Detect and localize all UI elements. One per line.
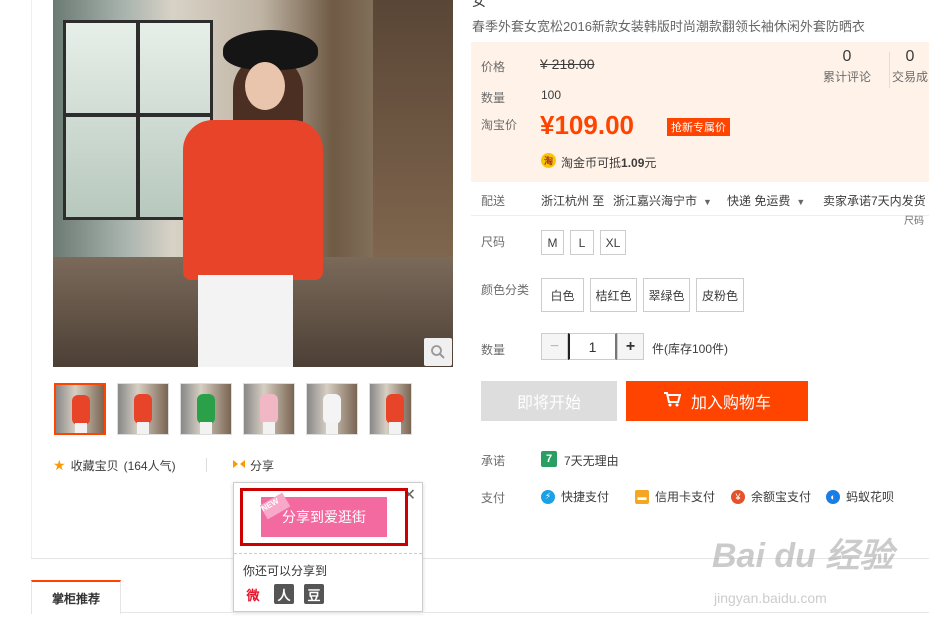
deal-count-label: 交易成 bbox=[892, 70, 929, 84]
payment-yuebao[interactable]: ¥ 余额宝支付 bbox=[731, 488, 811, 505]
coming-soon-button[interactable]: 即将开始 bbox=[481, 381, 617, 421]
coin-unit: 元 bbox=[644, 156, 657, 170]
lightning-icon: ⚡ bbox=[541, 489, 555, 504]
thumbnail-6[interactable] bbox=[369, 383, 412, 435]
thumbnail-3[interactable] bbox=[180, 383, 232, 435]
size-label: 尺码 bbox=[481, 235, 506, 249]
payment-quick[interactable]: ⚡ 快捷支付 bbox=[541, 488, 609, 505]
star-icon: ★ bbox=[53, 456, 66, 473]
review-count-value: 0 bbox=[842, 48, 852, 65]
popup-subtitle: 你还可以分享到 bbox=[243, 564, 328, 578]
content-left-border bbox=[31, 0, 32, 559]
share-button[interactable]: 分享 bbox=[232, 457, 274, 474]
collect-label: 收藏宝贝 bbox=[70, 458, 119, 473]
collect-count: (164人气) bbox=[123, 458, 176, 473]
quantity-input[interactable] bbox=[568, 333, 617, 360]
shipping-note: 尺码 bbox=[904, 216, 924, 227]
divider bbox=[206, 458, 207, 472]
thumbnail-5[interactable] bbox=[306, 383, 358, 435]
thumbnail-4[interactable] bbox=[243, 383, 295, 435]
color-option-green[interactable]: 翠绿色 bbox=[643, 278, 690, 312]
shipping-to-select[interactable]: 浙江嘉兴海宁市 ▼ bbox=[613, 192, 712, 209]
deal-count[interactable]: 0 交易成 bbox=[892, 48, 928, 85]
money-bag-icon: ¥ bbox=[731, 489, 745, 504]
payment-huabei[interactable]: ◐ 蚂蚁花呗 bbox=[826, 488, 894, 505]
payment-credit-label: 信用卡支付 bbox=[655, 490, 716, 504]
collect-button[interactable]: ★ 收藏宝贝 (164人气) bbox=[53, 457, 176, 473]
payment-label: 支付 bbox=[481, 491, 506, 505]
deal-count-value: 0 bbox=[905, 48, 915, 65]
shipping-method-select[interactable]: 快递 免运费 ▼ bbox=[727, 192, 805, 209]
shipping-row: 配送 浙江杭州 至 浙江嘉兴海宁市 ▼ 快递 免运费 ▼ 卖家承诺7天内发货 bbox=[471, 184, 929, 216]
huabei-icon: ◐ bbox=[826, 489, 840, 504]
seven-day-icon: 7 bbox=[541, 451, 557, 467]
original-price: ¥ 218.00 bbox=[540, 56, 595, 72]
review-count[interactable]: 0 累计评论 bbox=[823, 48, 871, 85]
shipping-method: 快递 免运费 bbox=[727, 194, 791, 208]
taobao-price: ¥109.00 bbox=[540, 110, 634, 140]
color-option-white[interactable]: 白色 bbox=[541, 278, 584, 312]
thumbnail-2[interactable] bbox=[117, 383, 169, 435]
color-label: 颜色分类 bbox=[481, 283, 530, 297]
quantity-minus-button[interactable]: − bbox=[541, 333, 568, 360]
size-option-xl[interactable]: XL bbox=[600, 230, 626, 255]
caret-down-icon: ▼ bbox=[703, 197, 712, 207]
shipping-from: 浙江杭州 至 bbox=[541, 194, 605, 208]
payment-credit[interactable]: ▬ 信用卡支付 bbox=[635, 488, 715, 505]
image-model-face bbox=[245, 62, 285, 110]
promo-tag: 抢新专属价 bbox=[667, 118, 730, 136]
credit-card-icon: ▬ bbox=[635, 489, 649, 504]
color-option-pink[interactable]: 皮粉色 bbox=[696, 278, 744, 312]
shipping-label: 配送 bbox=[481, 194, 506, 208]
coin-icon: 淘 bbox=[541, 153, 556, 168]
shipping-promise: 卖家承诺7天内发货 bbox=[823, 194, 926, 208]
tb-price-label: 淘宝价 bbox=[481, 118, 518, 132]
coin-label: 淘金币可抵 bbox=[561, 156, 622, 170]
baidu-watermark-url: jingyan.baidu.com bbox=[714, 590, 827, 606]
size-option-m[interactable]: M bbox=[541, 230, 564, 255]
size-option-l[interactable]: L bbox=[570, 230, 594, 255]
image-model-pants bbox=[198, 275, 293, 367]
quantity-label: 数量 bbox=[481, 343, 506, 357]
product-title-top: 女 bbox=[472, 0, 486, 9]
baidu-watermark: Bai du 经验 bbox=[712, 537, 894, 575]
share-label: 分享 bbox=[250, 459, 275, 473]
qty-value: 100 bbox=[541, 88, 562, 102]
add-to-cart-label: 加入购物车 bbox=[690, 395, 771, 412]
product-title: 春季外套女宽松2016新款女装韩版时尚潮款翻领长袖休闲外套防晒衣 bbox=[472, 19, 865, 34]
main-product-image[interactable] bbox=[53, 0, 453, 367]
stock-text: 件(库存100件) bbox=[652, 342, 729, 356]
tab-recommend[interactable]: 掌柜推荐 bbox=[31, 580, 121, 614]
payment-quick-label: 快捷支付 bbox=[561, 490, 610, 504]
price-panel: 价格 ¥ 218.00 数量 100 淘宝价 ¥109.00 抢新专属价 淘 淘… bbox=[471, 42, 929, 182]
stat-divider bbox=[889, 52, 890, 88]
payment-yuebao-label: 余额宝支付 bbox=[751, 490, 812, 504]
shipping-to: 浙江嘉兴海宁市 bbox=[613, 194, 698, 208]
coin-text: 淘金币可抵1.09元 bbox=[561, 154, 656, 171]
caret-down-icon: ▼ bbox=[796, 197, 806, 207]
popup-divider bbox=[234, 553, 422, 554]
review-count-label: 累计评论 bbox=[823, 70, 872, 84]
cart-icon bbox=[663, 391, 682, 412]
qty-label: 数量 bbox=[481, 91, 506, 105]
payment-huabei-label: 蚂蚁花呗 bbox=[846, 490, 895, 504]
share-icon bbox=[232, 458, 246, 473]
promise-label: 承诺 bbox=[481, 454, 506, 468]
thumbnail-1[interactable] bbox=[54, 383, 106, 435]
promise-text[interactable]: 7天无理由 bbox=[564, 452, 619, 469]
color-option-orange[interactable]: 桔红色 bbox=[590, 278, 637, 312]
search-icon[interactable] bbox=[424, 338, 452, 366]
image-model-jacket bbox=[183, 120, 323, 280]
coin-value: 1.09 bbox=[621, 156, 645, 170]
quantity-plus-button[interactable]: + bbox=[617, 333, 644, 360]
price-label: 价格 bbox=[481, 60, 506, 74]
add-to-cart-button[interactable]: 加入购物车 bbox=[626, 381, 808, 421]
